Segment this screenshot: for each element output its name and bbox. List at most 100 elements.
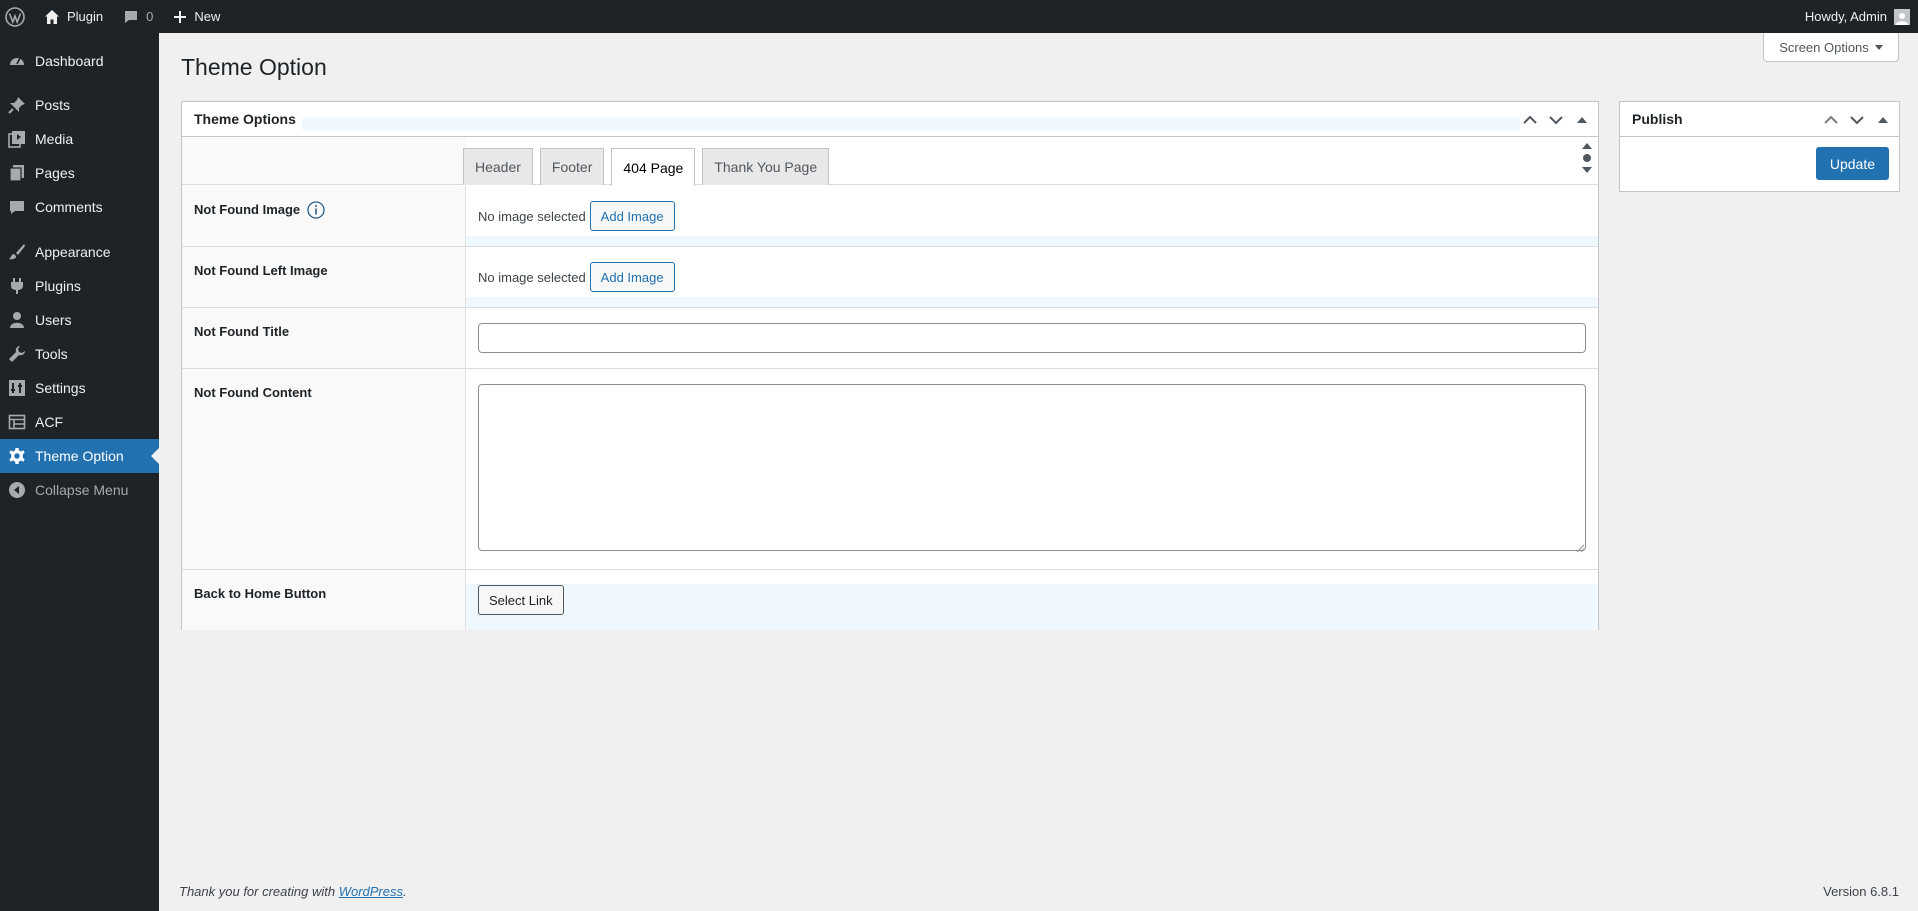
link-picker: Select Link [478, 585, 564, 615]
toggle-panel-icon[interactable] [1572, 110, 1592, 130]
metabox-title: Publish [1632, 111, 1683, 127]
sidebar-item-plugins[interactable]: Plugins [0, 269, 159, 303]
row-highlight [466, 584, 1598, 630]
resize-handle-icon[interactable] [1576, 541, 1585, 556]
media-icon [0, 130, 34, 148]
metabox-controls [1520, 110, 1592, 130]
field-value [466, 308, 1598, 368]
field-value: Select Link [466, 570, 1598, 630]
sidebar-item-label: Collapse Menu [35, 482, 129, 498]
field-not-found-image: Not Found Image No image selected Add Im… [182, 186, 1598, 247]
publish-metabox: Publish Update [1619, 101, 1900, 192]
sidebar-item-label: Users [35, 312, 72, 328]
admin-bar: Plugin 0 New Howdy, Admin [0, 0, 1918, 33]
plus-icon [173, 10, 187, 24]
publish-actions: Update [1620, 137, 1899, 191]
theme-options-metabox: Theme Options Header Footer 404 Page Tha… [181, 101, 1599, 630]
info-icon[interactable] [307, 201, 325, 222]
not-found-content-textarea[interactable] [478, 384, 1586, 551]
image-picker: No image selected Add Image [478, 201, 675, 231]
field-label: Not Found Left Image [194, 263, 328, 278]
field-label-container: Not Found Left Image [182, 247, 466, 307]
sidebar-item-settings[interactable]: Settings [0, 371, 159, 405]
site-name-link[interactable]: Plugin [34, 0, 113, 33]
chevron-down-icon[interactable] [1546, 110, 1566, 130]
scroll-control[interactable] [1582, 142, 1592, 174]
sidebar-item-posts[interactable]: Posts [0, 88, 159, 122]
collapse-menu-button[interactable]: Collapse Menu [0, 473, 159, 507]
chevron-up-icon[interactable] [1821, 110, 1841, 130]
footer-thanks: Thank you for creating with WordPress. [179, 884, 407, 899]
dashboard-icon [0, 52, 34, 70]
comment-bubble-icon [123, 9, 139, 25]
field-label-container: Back to Home Button [182, 570, 466, 630]
tab-404-page[interactable]: 404 Page [611, 148, 696, 186]
new-content-link[interactable]: New [163, 0, 230, 33]
field-not-found-title: Not Found Title [182, 308, 1598, 369]
scroll-down-icon[interactable] [1582, 166, 1592, 174]
image-status: No image selected [478, 269, 586, 285]
add-image-button[interactable]: Add Image [589, 201, 675, 231]
sidebar-item-tools[interactable]: Tools [0, 337, 159, 371]
chevron-down-icon[interactable] [1847, 110, 1867, 130]
tab-list: Header Footer 404 Page Thank You Page [463, 148, 830, 186]
toggle-panel-icon[interactable] [1873, 110, 1893, 130]
footer-thanks-suffix: . [403, 884, 407, 899]
field-value: No image selected Add Image [466, 247, 1598, 307]
field-label: Not Found Content [194, 385, 312, 400]
sidebar-item-label: Theme Option [35, 448, 124, 464]
home-icon [44, 9, 60, 25]
scroll-dot-icon [1583, 154, 1591, 162]
site-name-label: Plugin [67, 9, 104, 24]
sidebar-item-label: Comments [35, 199, 103, 215]
gear-icon [0, 447, 34, 465]
comments-link[interactable]: 0 [113, 0, 163, 33]
update-button[interactable]: Update [1815, 147, 1889, 180]
not-found-title-input[interactable] [478, 323, 1586, 353]
field-label: Not Found Image [194, 202, 301, 217]
wordpress-logo-icon[interactable] [0, 0, 34, 33]
tab-header[interactable]: Header [463, 148, 533, 185]
comment-icon [0, 198, 34, 216]
sidebar-item-comments[interactable]: Comments [0, 190, 159, 224]
tabs-label-column [182, 138, 466, 184]
scroll-up-icon[interactable] [1582, 142, 1592, 150]
sidebar-item-dashboard[interactable]: Dashboard [0, 44, 159, 78]
sidebar-item-pages[interactable]: Pages [0, 156, 159, 190]
my-account-menu[interactable]: Howdy, Admin [1795, 0, 1918, 33]
metabox-header: Theme Options [182, 102, 1598, 137]
plugin-icon [0, 277, 34, 295]
tabs-row: Header Footer 404 Page Thank You Page [182, 138, 1598, 186]
header-highlight [302, 118, 1520, 130]
field-back-to-home-button: Back to Home Button Select Link [182, 570, 1598, 630]
tab-footer[interactable]: Footer [539, 148, 605, 185]
brush-icon [0, 243, 34, 261]
metabox-controls [1821, 110, 1893, 130]
screen-options-button[interactable]: Screen Options [1763, 33, 1899, 62]
sidebar-item-label: Appearance [35, 244, 111, 260]
field-label-container: Not Found Content [182, 369, 466, 569]
field-label-container: Not Found Image [182, 186, 466, 246]
tab-thank-you-page[interactable]: Thank You Page [702, 148, 830, 185]
sidebar-item-media[interactable]: Media [0, 122, 159, 156]
pages-icon [0, 164, 34, 182]
wordpress-link[interactable]: WordPress [339, 884, 403, 899]
field-label-container: Not Found Title [182, 308, 466, 368]
metabox-header: Publish [1620, 102, 1899, 137]
sidebar-item-label: Pages [35, 165, 75, 181]
sidebar-item-label: ACF [35, 414, 63, 430]
user-icon [0, 311, 34, 329]
sidebar-item-users[interactable]: Users [0, 303, 159, 337]
sidebar-item-label: Plugins [35, 278, 81, 294]
chevron-up-icon[interactable] [1520, 110, 1540, 130]
add-left-image-button[interactable]: Add Image [589, 262, 675, 292]
sidebar-item-acf[interactable]: ACF [0, 405, 159, 439]
sidebar-item-appearance[interactable]: Appearance [0, 235, 159, 269]
sidebar-item-theme-option[interactable]: Theme Option [0, 439, 159, 473]
footer-thanks-text: Thank you for creating with [179, 884, 336, 899]
field-label: Back to Home Button [194, 586, 327, 601]
caret-down-icon [1874, 44, 1883, 50]
select-link-button[interactable]: Select Link [478, 585, 564, 615]
field-not-found-content: Not Found Content [182, 369, 1598, 570]
settings-icon [0, 379, 34, 397]
